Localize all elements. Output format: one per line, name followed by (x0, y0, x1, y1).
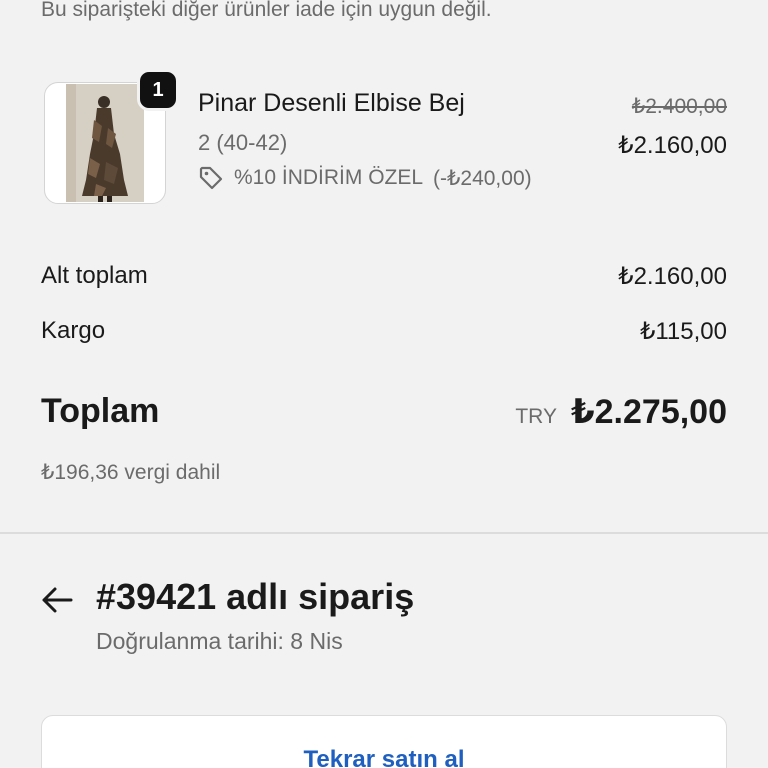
tag-icon (199, 166, 223, 190)
tax-note: ₺196,36 vergi dahil (41, 461, 221, 484)
discounted-price: ₺2.160,00 (618, 132, 727, 159)
total-currency: TRY (515, 405, 557, 428)
subtotal-value: ₺2.160,00 (618, 263, 727, 290)
quantity-badge: 1 (137, 69, 179, 111)
total-value: ₺2.275,00 (570, 393, 727, 431)
back-arrow-icon[interactable] (40, 583, 74, 617)
total-amount: TRY ₺2.275,00 (515, 392, 727, 432)
product-name: Pinar Desenli Elbise Bej (198, 89, 465, 117)
section-divider (0, 532, 768, 534)
return-eligibility-notice: Bu siparişteki diğer ürünler iade için u… (41, 0, 492, 21)
dress-photo-illustration (66, 84, 144, 202)
order-status-page: Bu siparişteki diğer ürünler iade için u… (0, 0, 768, 768)
original-price: ₺2.400,00 (631, 95, 727, 118)
order-title: #39421 adlı sipariş (96, 576, 415, 617)
total-label: Toplam (41, 392, 160, 430)
subtotal-label: Alt toplam (41, 262, 148, 289)
discount-amount: (-₺240,00) (433, 166, 532, 190)
reorder-card: Tekrar satın al (41, 715, 727, 768)
product-variant: 2 (40-42) (198, 130, 288, 155)
reorder-button[interactable]: Tekrar satın al (42, 746, 726, 768)
order-confirmed-date: Doğrulanma tarihi: 8 Nis (96, 628, 343, 654)
discount-name: %10 İNDİRİM ÖZEL (234, 166, 424, 189)
shipping-value: ₺115,00 (640, 318, 727, 345)
product-image (66, 84, 144, 202)
discount-line: %10 İNDİRİM ÖZEL (-₺240,00) (198, 165, 532, 191)
shipping-label: Kargo (41, 317, 106, 344)
